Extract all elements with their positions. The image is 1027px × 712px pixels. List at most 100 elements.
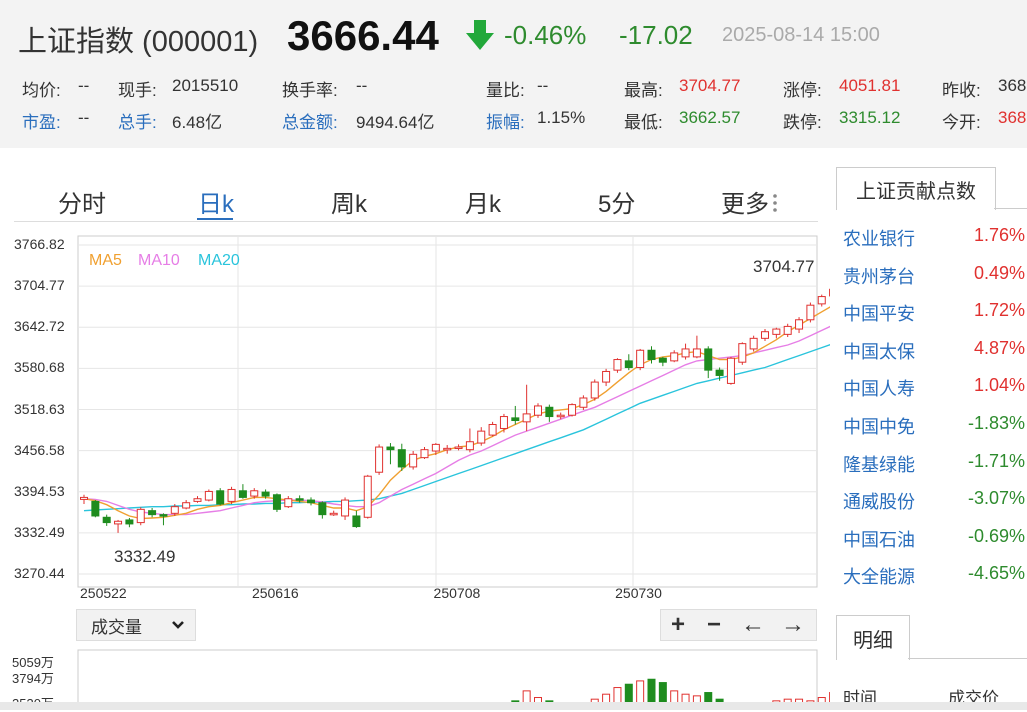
- candle-up: [171, 507, 178, 514]
- candle-up: [194, 499, 201, 502]
- candle-up: [762, 332, 769, 339]
- candle-down: [625, 361, 632, 368]
- tab-more[interactable]: 更多: [721, 184, 777, 220]
- volume-indicator-select[interactable]: 成交量: [76, 609, 196, 641]
- candle-up: [183, 503, 190, 508]
- legend-ma20: MA20: [198, 252, 240, 270]
- tab-daily-k[interactable]: 日k: [198, 184, 234, 219]
- zoom-in-button[interactable]: +: [671, 611, 685, 639]
- stat-label[interactable]: 总手:: [118, 108, 157, 133]
- legend-ma5: MA5: [89, 252, 122, 270]
- chart-nav-buttons: + − ← →: [660, 609, 817, 641]
- stat-label: 跌停:: [783, 108, 822, 133]
- zoom-out-button[interactable]: −: [707, 611, 721, 639]
- stat-label[interactable]: 市盈:: [22, 108, 61, 133]
- y-tick-label: 3332.49: [14, 524, 65, 540]
- stock-change-pct: 1.76%: [974, 225, 1025, 246]
- detail-tab[interactable]: 明细: [836, 615, 910, 660]
- bottom-scrollbar[interactable]: [0, 702, 1027, 710]
- quote-time: 2025-08-14 15:00: [722, 24, 880, 47]
- x-tick-label: 250708: [434, 585, 481, 601]
- tab-weekly-k[interactable]: 周k: [331, 184, 367, 219]
- candle-up: [455, 447, 462, 449]
- candle-up: [228, 489, 235, 501]
- stock-change-pct: -3.07%: [968, 488, 1025, 509]
- candle-down: [217, 491, 224, 504]
- candle-down: [387, 447, 394, 450]
- candle-up: [693, 349, 700, 357]
- contribution-item[interactable]: 中国平安1.72%: [836, 300, 1027, 324]
- contribution-item[interactable]: 通威股份 -3.07%: [836, 488, 1027, 512]
- tab-label: 周k: [331, 191, 367, 218]
- scroll-right-button[interactable]: →: [781, 611, 805, 639]
- stock-name: 中国石油: [843, 526, 915, 552]
- contribution-item[interactable]: 中国石油-0.69%: [836, 526, 1027, 550]
- volume-select-label: 成交量: [91, 613, 142, 638]
- candle-up: [750, 338, 757, 349]
- volume-tick-label: 3794万: [12, 668, 54, 687]
- candle-up: [727, 358, 734, 383]
- candle-down: [512, 418, 519, 421]
- stat-label[interactable]: 总金额:: [282, 108, 338, 133]
- candle-up: [466, 442, 473, 450]
- stat-label: 涨停:: [783, 76, 822, 101]
- candle-up: [330, 513, 337, 515]
- tab-intraday[interactable]: 分时: [58, 184, 106, 219]
- index-name: 上证指数 (000001): [18, 18, 258, 60]
- candle-up: [251, 491, 258, 496]
- tab-monthly-k[interactable]: 月k: [465, 184, 501, 219]
- chevron-down-icon: [171, 616, 185, 639]
- candle-down: [319, 503, 326, 515]
- stat-value: 3315.12: [839, 108, 900, 128]
- y-tick-label: 3270.44: [14, 565, 65, 581]
- candle-down: [296, 499, 303, 501]
- y-tick-label: 3766.82: [14, 236, 65, 252]
- down-arrow-icon: [466, 20, 494, 55]
- candle-up: [489, 424, 496, 435]
- candle-down: [308, 500, 315, 503]
- contribution-item[interactable]: 中国太保4.87%: [836, 338, 1027, 362]
- candle-down: [92, 501, 99, 516]
- stock-name: 中国太保: [843, 338, 915, 364]
- candle-up: [500, 417, 507, 429]
- candle-up: [784, 326, 791, 334]
- stock-change-pct: -1.71%: [968, 451, 1025, 472]
- candle-up: [81, 497, 88, 499]
- stat-value: 9494.64亿: [356, 108, 434, 133]
- candle-up: [569, 405, 576, 416]
- candle-down: [262, 492, 269, 496]
- contribution-item[interactable]: 中国中免-1.83%: [836, 413, 1027, 437]
- candle-up: [523, 414, 530, 422]
- stat-label[interactable]: 振幅:: [486, 108, 525, 133]
- stat-value: --: [78, 108, 89, 128]
- tab-label: 日k: [198, 191, 234, 218]
- contribution-item[interactable]: 大全能源-4.65%: [836, 563, 1027, 587]
- tab-5min[interactable]: 5分: [598, 184, 635, 219]
- candle-up: [137, 509, 144, 522]
- stock-change-pct: -1.83%: [968, 413, 1025, 434]
- candle-up: [421, 450, 428, 458]
- contribution-item[interactable]: 中国人寿1.04%: [836, 375, 1027, 399]
- y-tick-label: 3642.72: [14, 318, 65, 334]
- stock-name: 通威股份: [843, 488, 915, 514]
- volume-bar: [705, 693, 712, 702]
- candle-down: [149, 511, 156, 515]
- candle-down: [160, 515, 167, 517]
- sidebar-tab-contribution[interactable]: 上证贡献点数: [836, 167, 996, 210]
- change-percent: -0.46%: [504, 20, 586, 51]
- stat-value: --: [356, 76, 367, 96]
- stat-label: 昨收:: [942, 76, 981, 101]
- scroll-left-button[interactable]: ←: [741, 611, 765, 639]
- candle-up: [342, 500, 349, 516]
- stat-label: 量比:: [486, 76, 525, 101]
- contribution-item[interactable]: 隆基绿能-1.71%: [836, 451, 1027, 475]
- x-tick-label: 250522: [80, 585, 127, 601]
- stat-label: 换手率:: [282, 76, 338, 101]
- contribution-item[interactable]: 农业银行1.76%: [836, 225, 1027, 249]
- x-tick-label: 250616: [252, 585, 299, 601]
- candle-up: [376, 447, 383, 472]
- detail-tab-line: [908, 658, 1027, 659]
- contribution-item[interactable]: 贵州茅台0.49%: [836, 263, 1027, 287]
- candle-down: [546, 407, 553, 416]
- sidebar-tab-line: [994, 208, 1027, 209]
